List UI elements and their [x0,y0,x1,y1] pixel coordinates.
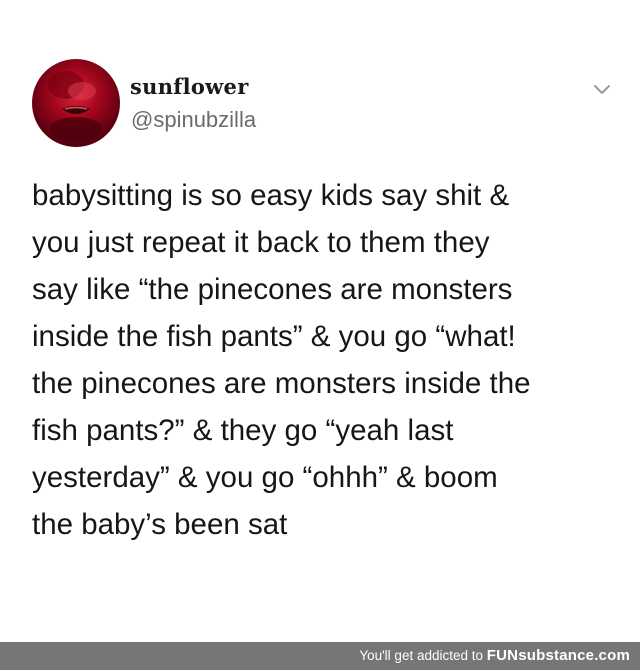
avatar[interactable] [32,59,120,147]
tweet-text-line: the pinecones are monsters inside the [32,367,531,400]
meme-page: sunflower @spinubzilla babysitting is so… [0,0,640,670]
footer-brand-link[interactable]: FUNsubstance.com [487,647,630,664]
chevron-down-icon[interactable] [590,80,614,98]
tweet-text-line: say like “the pinecones are monsters [32,273,513,306]
tweet-card: sunflower @spinubzilla babysitting is so… [0,0,640,642]
tweet-text-line: yesterday” & you go “ohhh” & boom [32,461,498,494]
tweet-text-line: the baby’s been sat [32,508,288,541]
user-handle[interactable]: @spinubzilla [131,107,256,133]
tweet-text-line: fish pants?” & they go “yeah last [32,414,454,447]
watermark-footer: You'll get addicted to FUNsubstance.com [0,642,640,670]
tweet-text: babysitting is so easy kids say shit & y… [32,172,628,548]
tweet-text-line: babysitting is so easy kids say shit & [32,179,510,212]
tweet-text-line: inside the fish pants” & you go “what! [32,320,516,353]
footer-tagline: You'll get addicted to [359,648,487,663]
display-name[interactable]: sunflower [130,74,249,99]
tweet-text-line: you just repeat it back to them they [32,226,490,259]
avatar-photo-icon [48,71,102,141]
